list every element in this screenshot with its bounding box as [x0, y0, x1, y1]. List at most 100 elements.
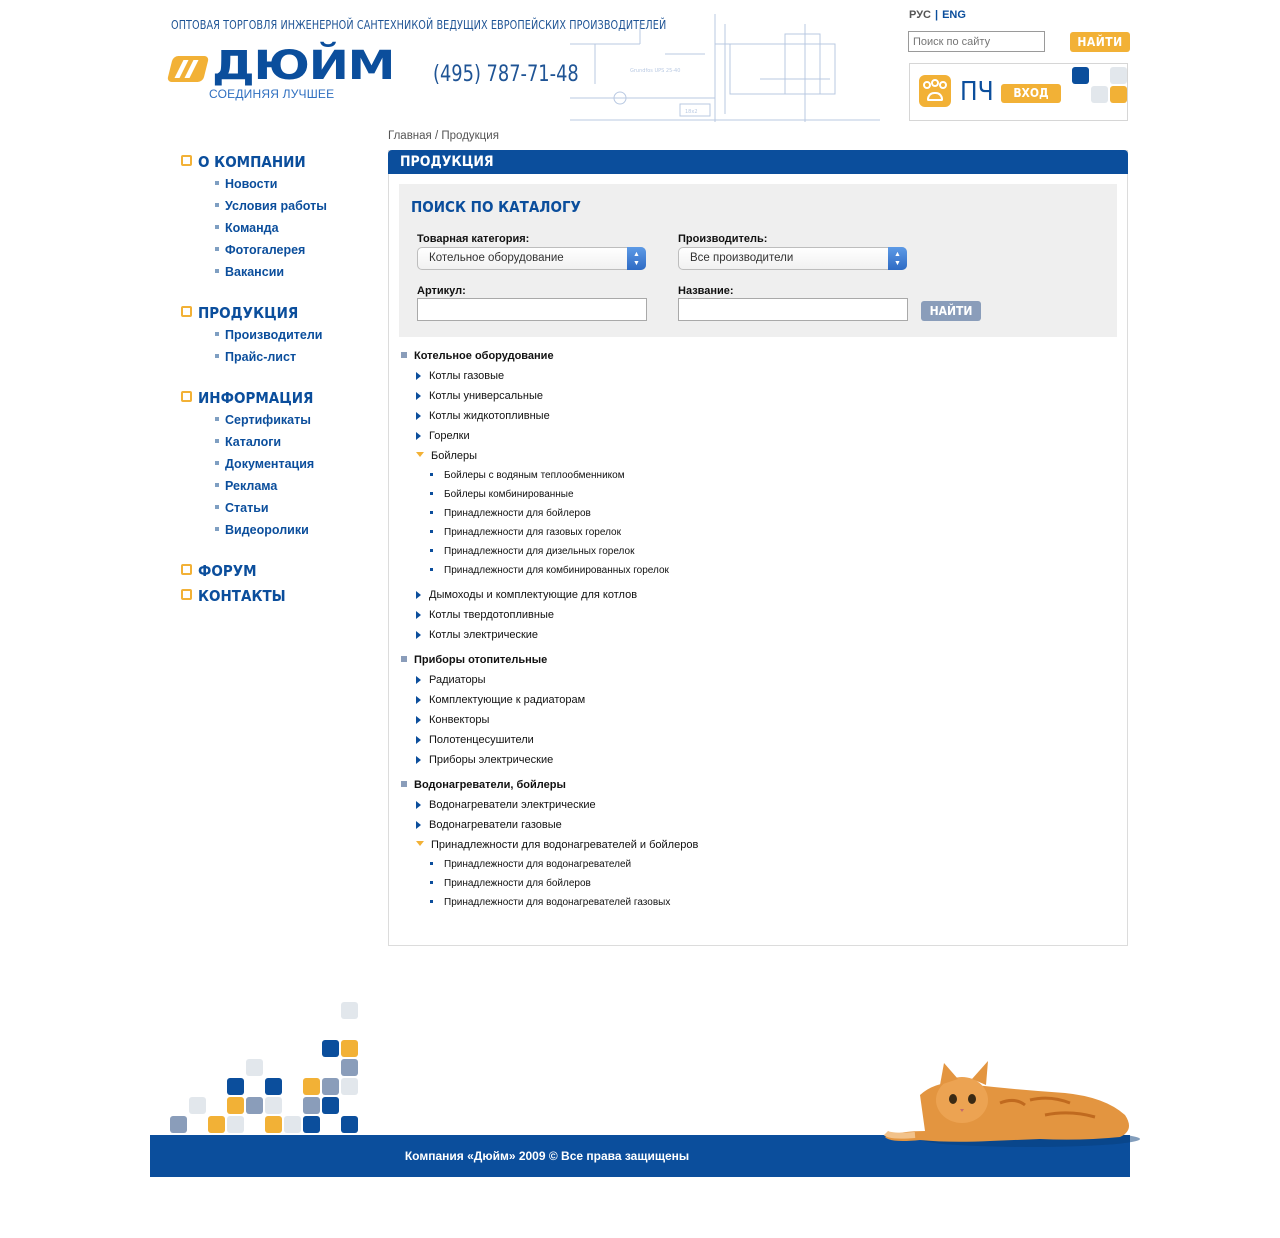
- sidebar-item-gallery[interactable]: Фотогалерея: [215, 242, 305, 258]
- article-input[interactable]: [417, 298, 647, 321]
- catalog-item[interactable]: Котлы электрические: [416, 629, 538, 641]
- catalog-item[interactable]: Котлы газовые: [416, 370, 504, 382]
- site-search-input[interactable]: [908, 31, 1045, 52]
- footer-copyright: Компания «Дюйм» 2009 © Все права защищен…: [404, 1149, 690, 1163]
- catalog-search-button[interactable]: НАЙТИ: [921, 301, 981, 321]
- catalog-category[interactable]: Водонагреватели, бойлеры: [401, 779, 566, 791]
- catalog-subitem[interactable]: Бойлеры с водяным теплообменником: [430, 470, 625, 481]
- sidebar-section-company[interactable]: О КОМПАНИИ: [181, 153, 306, 171]
- article-label: Артикул:: [417, 285, 466, 297]
- schematic-label-pump: Grundfos UPS 25-40: [630, 68, 680, 74]
- sidebar-item-articles[interactable]: Статьи: [215, 500, 269, 516]
- manufacturer-label: Производитель:: [678, 233, 768, 245]
- logo-slogan: СОЕДИНЯЯ ЛУЧШЕЕ: [209, 87, 335, 101]
- catalog-subitem[interactable]: Принадлежности для водонагревателей: [430, 859, 631, 870]
- triangle-right-icon: [416, 716, 421, 724]
- logo-mark-icon[interactable]: [166, 56, 210, 82]
- site-logo[interactable]: ДЮЙМ: [212, 46, 395, 86]
- sidebar-item-catalogs[interactable]: Каталоги: [215, 434, 281, 450]
- catalog-item[interactable]: Котлы твердотопливные: [416, 609, 554, 621]
- lang-separator: |: [934, 9, 939, 21]
- catalog-item[interactable]: Приборы электрические: [416, 754, 553, 766]
- sidebar-item-documentation[interactable]: Документация: [215, 456, 314, 472]
- category-select[interactable]: Котельное оборудование ▲ ▼: [417, 247, 646, 270]
- lang-ru-link[interactable]: РУС: [909, 9, 931, 21]
- sidebar-item-vacancies[interactable]: Вакансии: [215, 264, 284, 280]
- triangle-right-icon: [416, 821, 421, 829]
- site-search-button[interactable]: НАЙТИ: [1070, 32, 1130, 52]
- catalog-subitem[interactable]: Принадлежности для комбинированных горел…: [430, 565, 669, 576]
- sidebar-item-videos[interactable]: Видеоролики: [215, 522, 309, 538]
- sidebar-item-news[interactable]: Новости: [215, 176, 277, 192]
- catalog-item[interactable]: Дымоходы и комплектующие для котлов: [416, 589, 637, 601]
- triangle-right-icon: [416, 801, 421, 809]
- triangle-right-icon: [416, 372, 421, 380]
- sidebar-section-products[interactable]: ПРОДУКЦИЯ: [181, 304, 298, 322]
- content-header: [388, 150, 1128, 174]
- breadcrumb: Главная / Продукция: [388, 130, 499, 142]
- catalog-item-expanded[interactable]: Принадлежности для водонагревателей и бо…: [416, 839, 698, 851]
- login-button[interactable]: ВХОД: [1001, 84, 1061, 103]
- catalog-subitem[interactable]: Принадлежности для дизельных горелок: [430, 546, 634, 557]
- sidebar-item-ads[interactable]: Реклама: [215, 478, 277, 494]
- catalog-subitem[interactable]: Бойлеры комбинированные: [430, 489, 574, 500]
- triangle-right-icon: [416, 591, 421, 599]
- sidebar-item-terms[interactable]: Условия работы: [215, 198, 327, 214]
- page-title: ПРОДУКЦИЯ: [400, 154, 494, 170]
- catalog-subitem[interactable]: Принадлежности для бойлеров: [430, 878, 591, 889]
- triangle-right-icon: [416, 696, 421, 704]
- catalog-item[interactable]: Радиаторы: [416, 674, 486, 686]
- catalog-subitem[interactable]: Принадлежности для водонагревателей газо…: [430, 897, 670, 908]
- decor-square: [1091, 86, 1108, 103]
- sidebar-section-contacts[interactable]: КОНТАКТЫ: [181, 587, 286, 605]
- catalog-item[interactable]: Комплектующие к радиаторам: [416, 694, 585, 706]
- square-bullet-icon: [181, 564, 192, 575]
- kitten-image: [883, 1061, 1140, 1147]
- catalog-category[interactable]: Котельное оборудование: [401, 350, 554, 362]
- breadcrumb-separator: /: [434, 130, 439, 142]
- square-bullet-icon: [181, 306, 192, 317]
- catalog-search-title: ПОИСК ПО КАТАЛОГУ: [411, 198, 581, 216]
- lang-en-link[interactable]: ENG: [942, 9, 966, 21]
- category-label: Товарная категория:: [417, 233, 530, 245]
- triangle-right-icon: [416, 676, 421, 684]
- catalog-category[interactable]: Приборы отопительные: [401, 654, 547, 666]
- triangle-right-icon: [416, 611, 421, 619]
- name-input[interactable]: [678, 298, 908, 321]
- breadcrumb-home-link[interactable]: Главная: [388, 130, 432, 142]
- triangle-right-icon: [416, 756, 421, 764]
- select-arrows-icon: ▲ ▼: [888, 247, 907, 270]
- triangle-right-icon: [416, 392, 421, 400]
- sidebar-item-certificates[interactable]: Сертификаты: [215, 412, 311, 428]
- language-switch: РУС | ENG: [909, 9, 966, 21]
- catalog-subitem[interactable]: Принадлежности для газовых горелок: [430, 527, 621, 538]
- sidebar-item-manufacturers[interactable]: Производители: [215, 327, 322, 343]
- triangle-down-icon: [416, 452, 424, 457]
- triangle-down-icon: [416, 841, 424, 846]
- catalog-item[interactable]: Котлы жидкотопливные: [416, 410, 550, 422]
- catalog-item[interactable]: Горелки: [416, 430, 470, 442]
- sidebar-section-forum[interactable]: ФОРУМ: [181, 562, 257, 580]
- name-label: Название:: [678, 285, 734, 297]
- square-bullet-icon: [181, 391, 192, 402]
- people-icon: [919, 75, 951, 107]
- phone-number: (495) 787-71-48: [433, 62, 579, 87]
- triangle-right-icon: [416, 432, 421, 440]
- catalog-item[interactable]: Котлы универсальные: [416, 390, 543, 402]
- manufacturer-select-value: Все производители: [690, 252, 794, 264]
- manufacturer-select[interactable]: Все производители ▲ ▼: [678, 247, 907, 270]
- catalog-item[interactable]: Водонагреватели газовые: [416, 819, 562, 831]
- catalog-subitem[interactable]: Принадлежности для бойлеров: [430, 508, 591, 519]
- category-select-value: Котельное оборудование: [429, 252, 564, 264]
- triangle-right-icon: [416, 631, 421, 639]
- catalog-item[interactable]: Водонагреватели электрические: [416, 799, 596, 811]
- sidebar-section-info[interactable]: ИНФОРМАЦИЯ: [181, 389, 313, 407]
- catalog-item-expanded[interactable]: Бойлеры: [416, 450, 477, 462]
- sidebar-item-team[interactable]: Команда: [215, 220, 279, 236]
- decor-square: [1110, 67, 1127, 84]
- catalog-item[interactable]: Конвекторы: [416, 714, 489, 726]
- schematic-label-size: 18x2: [685, 109, 698, 115]
- catalog-item[interactable]: Полотенцесушители: [416, 734, 534, 746]
- plumbing-schematic-decoration: Grundfos UPS 25-40 18x2: [570, 14, 880, 122]
- sidebar-item-pricelist[interactable]: Прайс-лист: [215, 349, 296, 365]
